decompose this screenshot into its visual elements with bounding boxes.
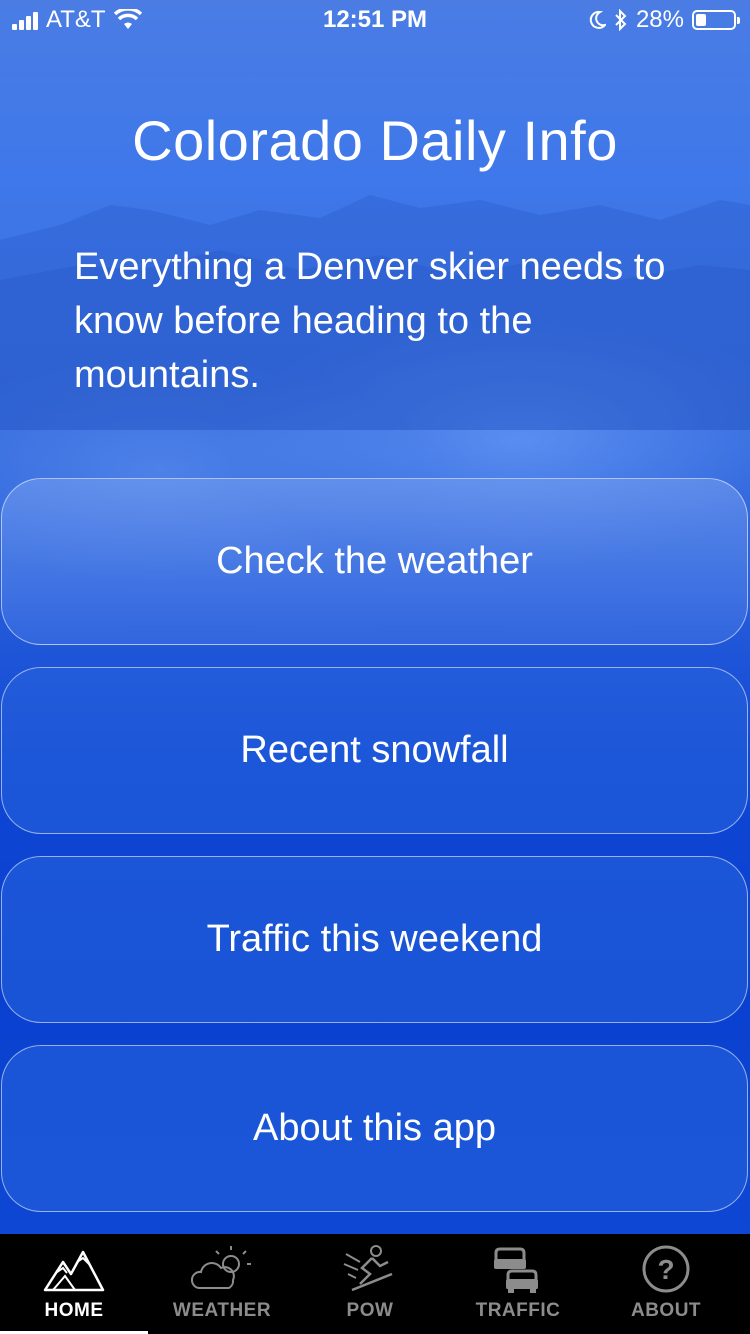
page-subtitle: Everything a Denver skier needs to know … [74, 246, 666, 396]
traffic-weekend-button[interactable]: Traffic this weekend [1, 856, 748, 1023]
tab-traffic-label: TRAFFIC [475, 1300, 561, 1321]
battery-icon [692, 10, 740, 30]
tab-weather-label: WEATHER [172, 1300, 272, 1321]
tab-home-label: HOME [44, 1300, 104, 1321]
svg-text:?: ? [657, 1254, 674, 1285]
moon-icon [589, 10, 606, 29]
tab-pow-label: POW [346, 1300, 394, 1321]
tab-about[interactable]: ? ABOUT [592, 1234, 740, 1334]
skier-icon [335, 1244, 405, 1294]
tab-weather[interactable]: WEATHER [148, 1234, 296, 1334]
recent-snowfall-button[interactable]: Recent snowfall [1, 667, 748, 834]
partly-cloudy-icon [187, 1244, 257, 1294]
tab-home[interactable]: HOME [0, 1234, 148, 1334]
battery-fill [696, 14, 706, 26]
tab-traffic[interactable]: TRAFFIC [444, 1234, 592, 1334]
battery-percent: 28% [635, 6, 684, 33]
status-right: 28% [588, 6, 740, 34]
cars-icon [483, 1244, 553, 1294]
tab-bar: HOME WEATHER POW TRAFFIC ? ABOUT [0, 1234, 750, 1334]
page-title: Colorado Daily Info [132, 109, 618, 172]
tab-pow[interactable]: POW [296, 1234, 444, 1334]
tab-about-label: ABOUT [630, 1300, 702, 1321]
about-app-button[interactable]: About this app [1, 1045, 748, 1212]
question-icon: ? [631, 1244, 701, 1294]
mountains-icon [39, 1244, 109, 1294]
check-weather-button[interactable]: Check the weather [1, 478, 748, 645]
bluetooth-icon [615, 9, 627, 31]
status-bar: AT&T 12:51 PM 28% [0, 0, 750, 40]
